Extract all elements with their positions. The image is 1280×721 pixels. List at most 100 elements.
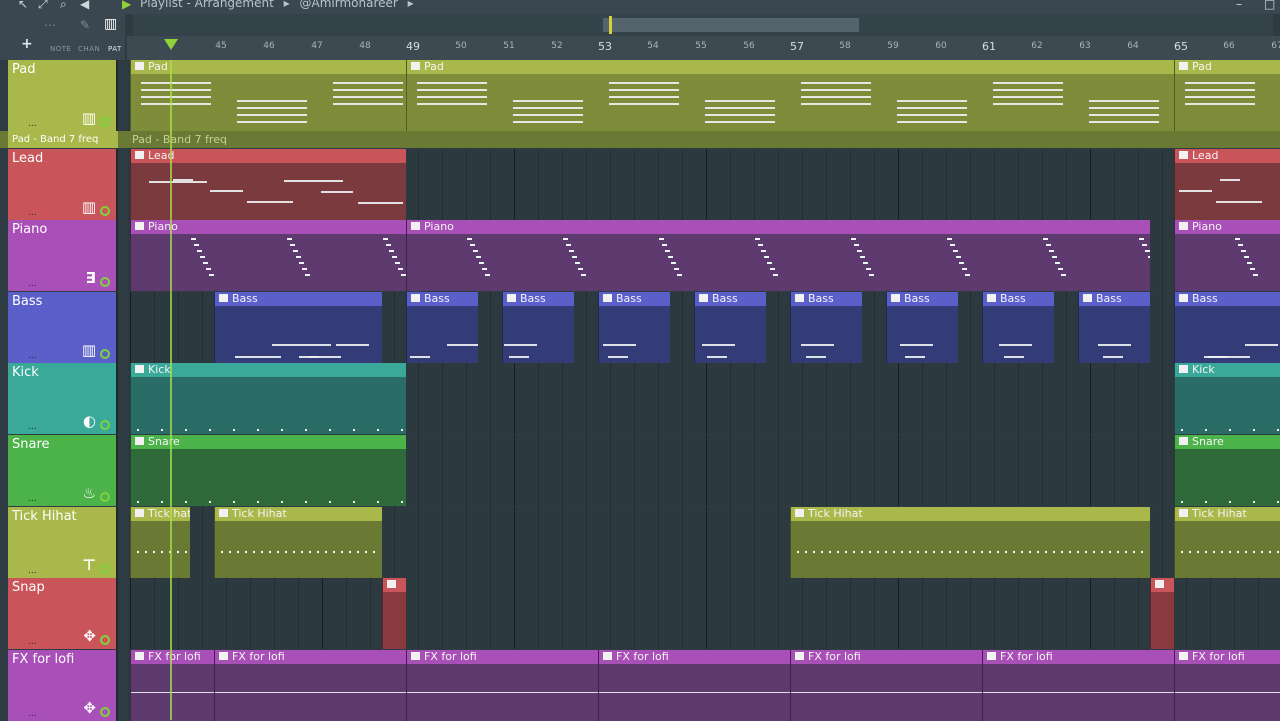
clip-menu-icon[interactable]	[219, 651, 228, 660]
clip-menu-icon[interactable]	[219, 508, 228, 517]
pattern-clip[interactable]: Bass	[214, 291, 382, 363]
track-lane[interactable]: Snare Snare	[128, 435, 1280, 506]
pattern-clip[interactable]: Pad	[1174, 60, 1280, 131]
clip-menu-icon[interactable]	[411, 62, 420, 70]
bar-number-47[interactable]: 47	[311, 41, 322, 51]
bar-number-59[interactable]: 59	[887, 41, 898, 51]
clip-menu-icon[interactable]	[1179, 222, 1188, 231]
track-lane[interactable]: Kick Kick	[128, 363, 1280, 435]
track-name[interactable]: Piano	[12, 222, 47, 237]
pattern-clip[interactable]: Piano	[1174, 220, 1280, 292]
track-enable-led[interactable]	[100, 348, 110, 359]
pattern-clip[interactable]: Pad	[406, 60, 1174, 131]
bar-number-57[interactable]: 57	[790, 40, 804, 53]
automation-header[interactable]: Pad - Band 7 freq	[8, 131, 118, 148]
zoom-icon[interactable]: ⌕	[60, 0, 67, 12]
track-lane[interactable]	[128, 578, 1280, 650]
bar-number-49[interactable]: 49	[406, 40, 420, 53]
clip-menu-icon[interactable]	[411, 651, 420, 660]
track-header[interactable]: Lead... ▥	[8, 148, 118, 220]
speaker-icon[interactable]: ◀	[80, 0, 89, 11]
clip-menu-icon[interactable]	[1155, 580, 1164, 589]
track-menu-icon[interactable]: ...	[28, 422, 37, 432]
track-lane[interactable]: Tick hat Tick Hihat Tick Hihat Tick Hihat	[128, 506, 1280, 578]
pattern-clip[interactable]: Tick hat	[130, 506, 190, 578]
track-name[interactable]: Lead	[12, 151, 43, 166]
clip-menu-icon[interactable]	[1179, 651, 1188, 660]
track-name[interactable]: Kick	[12, 365, 39, 380]
pattern-clip[interactable]	[382, 578, 406, 650]
pattern-clip[interactable]: Tick Hihat	[214, 506, 382, 578]
maximize-icon[interactable]: □	[1264, 0, 1275, 11]
clip-menu-icon[interactable]	[795, 651, 804, 660]
pencil-icon[interactable]: ✎	[80, 18, 90, 32]
bar-number-45[interactable]: 45	[215, 41, 226, 51]
clip-menu-icon[interactable]	[135, 437, 144, 445]
track-name[interactable]: Tick Hihat	[12, 509, 77, 524]
clip-menu-icon[interactable]	[603, 651, 612, 660]
piano-icon[interactable]: ▥	[104, 16, 117, 32]
clip-menu-icon[interactable]	[135, 508, 144, 517]
pattern-clip[interactable]: Bass	[502, 291, 574, 363]
track-menu-icon[interactable]: ...	[28, 119, 37, 129]
bar-number-65[interactable]: 65	[1174, 40, 1188, 53]
track-header[interactable]: Pad... ▥	[8, 60, 118, 131]
bar-number-60[interactable]: 60	[935, 41, 946, 51]
track-name[interactable]: Pad	[12, 62, 35, 77]
bar-number-62[interactable]: 62	[1031, 41, 1042, 51]
track-header[interactable]: Kick... ◐	[8, 363, 118, 435]
track-menu-icon[interactable]: ...	[28, 637, 37, 647]
loop-icon[interactable]: ⤢	[38, 0, 48, 12]
bar-number-54[interactable]: 54	[647, 41, 658, 51]
track-enable-led[interactable]	[100, 117, 110, 127]
add-track-button[interactable]: +	[21, 36, 33, 52]
bar-number-67[interactable]: 67	[1271, 41, 1280, 51]
chan-filter-label[interactable]: CHAN	[78, 45, 100, 53]
track-lane[interactable]: Pad Pad Pad	[128, 60, 1280, 131]
clip-menu-icon[interactable]	[987, 651, 996, 660]
clip-menu-icon[interactable]	[135, 62, 144, 70]
clip-menu-icon[interactable]	[1179, 508, 1188, 517]
automation-clip-label[interactable]: Pad - Band 7 freq	[132, 131, 227, 148]
track-enable-led[interactable]	[100, 492, 110, 502]
clip-menu-icon[interactable]	[135, 651, 144, 660]
song-overview-scrollbar[interactable]	[133, 14, 1273, 37]
play-icon[interactable]: ▶	[122, 0, 131, 11]
track-header[interactable]: FX for lofi... ✥	[8, 649, 118, 721]
bar-number-46[interactable]: 46	[263, 41, 274, 51]
bar-number-52[interactable]: 52	[551, 41, 562, 51]
scroll-thumb[interactable]	[603, 18, 859, 32]
timeline-ruler[interactable]: 45 46 47 48 49 50 51 52 53 54 55 56 57 58 59 60 61 62 63 64…	[127, 36, 1280, 61]
clip-menu-icon[interactable]	[1179, 150, 1188, 159]
note-filter-label[interactable]: NOTE	[50, 45, 71, 53]
pattern-clip[interactable]: FX for lofi	[790, 649, 982, 721]
bar-number-58[interactable]: 58	[839, 41, 850, 51]
clip-menu-icon[interactable]	[1179, 62, 1188, 70]
automation-lane[interactable]: Pad - Band 7 freq Pad - Band 7 freq	[0, 131, 1280, 148]
bar-number-56[interactable]: 56	[743, 41, 754, 51]
pattern-clip[interactable]: Bass	[982, 291, 1054, 363]
clip-menu-icon[interactable]	[795, 508, 804, 517]
bar-number-51[interactable]: 51	[503, 41, 514, 51]
track-menu-icon[interactable]: ...	[28, 351, 37, 361]
track-enable-led[interactable]	[100, 706, 110, 717]
pattern-name[interactable]: @Amirmohareer	[300, 0, 398, 10]
bar-number-66[interactable]: 66	[1223, 41, 1234, 51]
pattern-clip[interactable]: Bass	[790, 291, 862, 363]
clip-menu-icon[interactable]	[135, 150, 144, 159]
track-enable-led[interactable]	[100, 563, 110, 574]
bar-number-55[interactable]: 55	[695, 41, 706, 51]
track-menu-icon[interactable]: ...	[28, 208, 37, 218]
track-lane[interactable]: FX for lofi FX for lofi FX for lofi FX for …	[128, 649, 1280, 721]
clip-menu-icon[interactable]	[219, 293, 228, 302]
track-name[interactable]: Snare	[12, 437, 50, 452]
clip-menu-icon[interactable]	[891, 293, 900, 302]
minimize-icon[interactable]: –	[1236, 0, 1242, 11]
clip-menu-icon[interactable]	[1179, 437, 1188, 445]
pattern-clip[interactable]: Lead	[1174, 148, 1280, 220]
clip-menu-icon[interactable]	[135, 365, 144, 374]
pattern-clip[interactable]: Bass	[694, 291, 766, 363]
pattern-clip[interactable]	[1150, 578, 1174, 650]
bar-number-61[interactable]: 61	[982, 40, 996, 53]
track-lane[interactable]: Piano Piano Piano	[128, 220, 1280, 292]
